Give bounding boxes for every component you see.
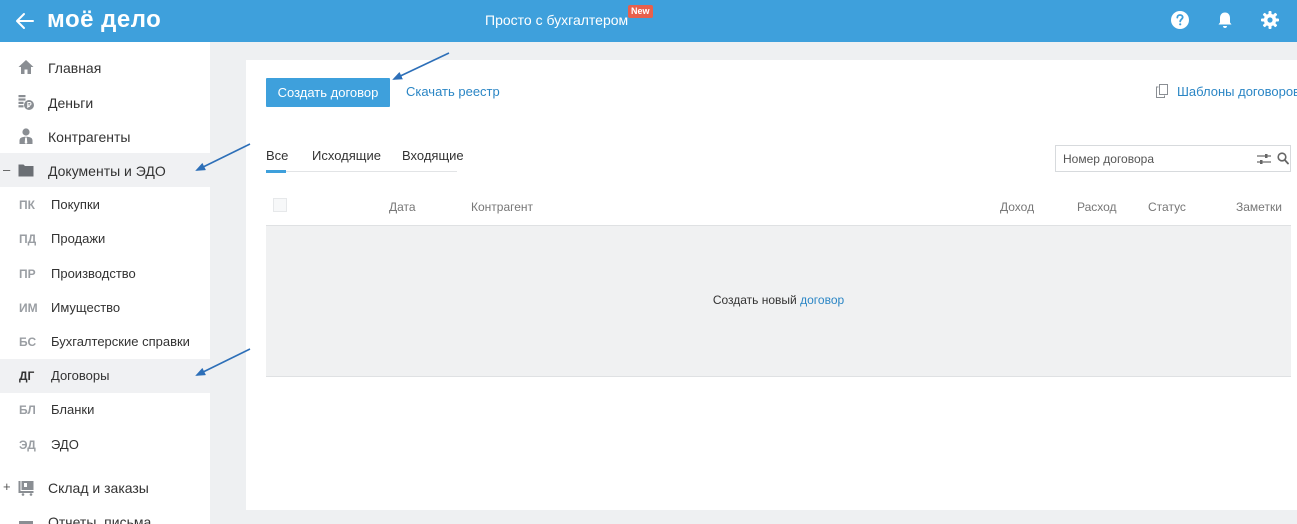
sidebar-item-home[interactable]: Главная [0, 50, 210, 84]
collapse-toggle[interactable]: – [3, 162, 10, 178]
sidebar-subitem-edo[interactable]: ЭД ЭДО [0, 428, 210, 462]
settings-gear-icon[interactable] [1260, 10, 1280, 30]
column-header-date[interactable]: Дата [389, 200, 416, 214]
templates-label: Шаблоны договоров [1177, 84, 1297, 99]
sidebar-subitem-sales[interactable]: ПД Продажи [0, 222, 210, 256]
top-bar: моё дело Просто с бухгалтером New [0, 0, 1297, 42]
column-header-contractor[interactable]: Контрагент [471, 200, 533, 214]
sidebar-subitem-property[interactable]: ИМ Имущество [0, 291, 210, 325]
sidebar-item-contractors[interactable]: Контрагенты [0, 119, 210, 153]
select-all-checkbox[interactable] [273, 198, 287, 212]
sidebar-item-reports[interactable]: Отчеты, письма [0, 506, 210, 524]
sidebar-subitem-forms[interactable]: БЛ Бланки [0, 393, 210, 427]
sidebar-subitem-label: Бухгалтерские справки [51, 334, 190, 349]
home-icon [18, 60, 34, 74]
sidebar-item-warehouse[interactable]: + Склад и заказы [0, 470, 210, 504]
sidebar-subitem-accounting-notes[interactable]: БС Бухгалтерские справки [0, 325, 210, 359]
sidebar-item-label: Контрагенты [48, 129, 131, 145]
sidebar-item-label: Склад и заказы [48, 480, 149, 496]
reports-icon [19, 521, 33, 524]
sidebar-subitem-purchases[interactable]: ПК Покупки [0, 188, 210, 222]
search-icon[interactable] [1277, 152, 1289, 165]
empty-state-text: Создать новый [712, 293, 797, 307]
bell-icon[interactable] [1215, 10, 1235, 30]
sidebar-subitem-label: Продажи [51, 231, 106, 246]
tabs-divider [266, 171, 457, 172]
sidebar-subitem-label: Бланки [51, 402, 95, 417]
sidebar: Главная Деньги Контрагенты – Документы и… [0, 42, 210, 524]
empty-table-state: Создать новый договор [266, 225, 1291, 377]
promo-link[interactable]: Просто с бухгалтером [485, 12, 628, 28]
sidebar-subitem-abbr: ЭД [19, 438, 36, 452]
sidebar-item-label: Главная [48, 60, 102, 76]
sidebar-subitem-label: Договоры [51, 368, 110, 383]
sidebar-subitem-label: ЭДО [51, 437, 79, 452]
sidebar-item-label: Деньги [48, 95, 94, 111]
sidebar-subitem-label: Производство [51, 266, 136, 281]
sidebar-subitem-abbr: ИМ [19, 301, 38, 315]
folder-icon [18, 164, 34, 177]
back-arrow-icon[interactable] [13, 9, 37, 33]
create-new-contract-link[interactable]: договор [800, 293, 844, 307]
tab-outgoing[interactable]: Исходящие [312, 148, 381, 163]
contract-number-search-input[interactable] [1063, 151, 1248, 167]
sidebar-subitem-abbr: БС [19, 335, 37, 349]
warehouse-icon [18, 481, 34, 496]
column-header-expense[interactable]: Расход [1077, 200, 1117, 214]
column-header-status[interactable]: Статус [1148, 200, 1186, 214]
sidebar-subitem-contracts[interactable]: ДГ Договоры [0, 359, 210, 393]
sidebar-subitem-abbr: ДГ [19, 369, 35, 383]
sidebar-subitem-production[interactable]: ПР Производство [0, 257, 210, 291]
sidebar-subitem-abbr: ПК [19, 198, 35, 212]
filter-sliders-icon[interactable] [1257, 153, 1271, 165]
tab-incoming[interactable]: Входящие [402, 148, 464, 163]
contractor-icon [19, 128, 33, 144]
new-badge: New [628, 5, 653, 18]
column-header-notes[interactable]: Заметки [1236, 200, 1282, 214]
download-registry-link[interactable]: Скачать реестр [406, 84, 500, 99]
sidebar-item-label: Документы и ЭДО [48, 163, 166, 179]
money-icon [18, 95, 34, 110]
active-tab-indicator [266, 170, 286, 173]
tab-all[interactable]: Все [266, 148, 288, 163]
help-icon[interactable] [1170, 10, 1190, 30]
sidebar-subitem-label: Покупки [51, 197, 100, 212]
copy-document-icon [1156, 84, 1168, 98]
create-contract-button[interactable]: Создать договор [266, 78, 390, 107]
sidebar-subitem-abbr: БЛ [19, 403, 36, 417]
column-header-income[interactable]: Доход [1000, 200, 1034, 214]
sidebar-item-money[interactable]: Деньги [0, 85, 210, 119]
expand-toggle[interactable]: + [3, 479, 11, 495]
sidebar-subitem-abbr: ПР [19, 267, 36, 281]
contract-search-box [1055, 145, 1291, 172]
sidebar-item-documents[interactable]: – Документы и ЭДО [0, 153, 210, 187]
sidebar-subitem-abbr: ПД [19, 232, 37, 246]
empty-state-message: Создать новый договор [266, 293, 1291, 307]
sidebar-item-label: Отчеты, письма [48, 514, 152, 524]
logo[interactable]: моё дело [47, 6, 161, 34]
sidebar-subitem-label: Имущество [51, 300, 121, 315]
